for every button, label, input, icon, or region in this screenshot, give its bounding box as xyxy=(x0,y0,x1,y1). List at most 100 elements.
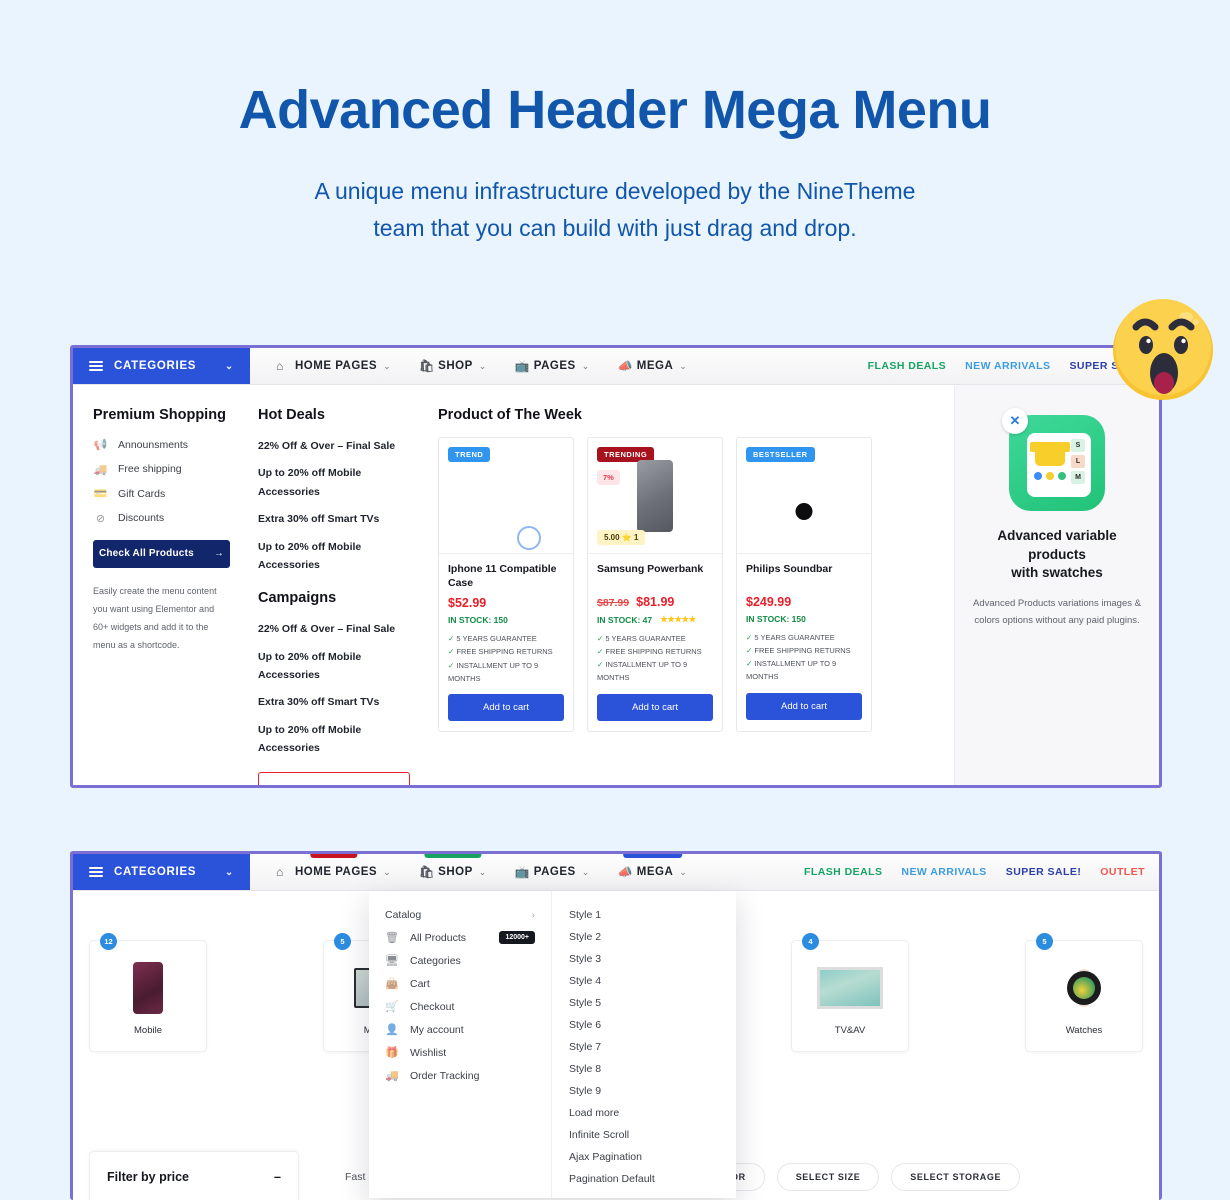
category-card-tvav[interactable]: 4 TV&AV xyxy=(791,933,909,1052)
categories-button[interactable]: CATEGORIES ⌄ xyxy=(73,348,250,384)
hot-deal-item[interactable]: 22% Off & Over – Final Sale xyxy=(258,437,410,455)
hot-deal-item[interactable]: Extra 30% off Smart TVs xyxy=(258,510,410,528)
category-card-mobile[interactable]: 12 Mobile xyxy=(89,933,207,1052)
dropdown-item-infinite-scroll[interactable]: Infinite Scroll xyxy=(552,1124,736,1146)
categories-button-label: CATEGORIES xyxy=(114,360,197,372)
campaign-item[interactable]: 22% Off & Over – Final Sale xyxy=(258,620,410,638)
tshirt-icon xyxy=(1029,442,1070,466)
dropdown-item-wishlist[interactable]: 🎁 Wishlist xyxy=(369,1041,551,1064)
product-card[interactable]: TREND Iphone 11 Compatible Case $52.99 I… xyxy=(438,437,574,732)
list-item-announsments[interactable]: 📢 Announsments xyxy=(93,437,230,452)
navlink-label: SHOP xyxy=(438,866,473,878)
badge-shop: ADVANCED xyxy=(424,345,481,348)
product-image: TREND xyxy=(439,438,573,554)
feature-label: INSTALLMENT UP TO 9 MONTHS xyxy=(746,659,837,682)
premium-shopping-list: 📢 Announsments 🚚 Free shipping 💳 Gift Ca… xyxy=(93,437,230,526)
product-features: ✓ 5 YEARS GUARANTEE ✓ FREE SHIPPING RETU… xyxy=(448,632,564,685)
campaign-item[interactable]: Extra 30% off Smart TVs xyxy=(258,693,410,711)
dropdown-item-all-products[interactable]: 🗑 All Products 12000+ xyxy=(369,926,551,949)
hero-section: Advanced Header Mega Menu A unique menu … xyxy=(0,0,1230,247)
filter-by-price-panel[interactable]: Filter by price – xyxy=(89,1151,299,1200)
campaign-item[interactable]: Up to 20% off Mobile Accessories xyxy=(258,648,410,685)
feature-label: INSTALLMENT UP TO 9 MONTHS xyxy=(597,660,688,683)
dropdown-item-load-more[interactable]: Load more xyxy=(552,1102,736,1124)
trash-icon: 🗑 xyxy=(385,932,399,944)
add-to-cart-button[interactable]: Add to cart xyxy=(448,693,564,721)
gift-card-icon: 💳 xyxy=(93,488,108,500)
dropdown-item-cart[interactable]: 👜 Cart xyxy=(369,972,551,995)
tv-thumb xyxy=(817,957,883,1019)
dropdown-item-style-3[interactable]: Style 3 xyxy=(552,948,736,970)
add-to-cart-button[interactable]: Add to cart xyxy=(746,692,862,720)
dropdown-item-style-7[interactable]: Style 7 xyxy=(552,1036,736,1058)
feature-label: 5 YEARS GUARANTEE xyxy=(456,634,537,644)
dropdown-item-ajax-pagination[interactable]: Ajax Pagination xyxy=(552,1146,736,1168)
navlink-mega[interactable]: MEGAMENU 📣 MEGA ⌄ xyxy=(604,348,702,385)
navbar-secondary: CATEGORIES ⌄ 6 PAGES ⌂ HOME PAGES ⌄ ADVA… xyxy=(73,854,1159,891)
chip-select-storage[interactable]: SELECT STORAGE xyxy=(891,1163,1021,1191)
dropdown-item-style-1[interactable]: Style 1 xyxy=(552,904,736,926)
navlink-home-pages[interactable]: 6 PAGES ⌂ HOME PAGES ⌄ xyxy=(262,348,405,385)
promo-description: Advanced Products variations images & co… xyxy=(973,597,1141,627)
navlink-pages[interactable]: 📺 PAGES ⌄ xyxy=(501,854,604,891)
category-card-watches[interactable]: 5 Watches xyxy=(1025,933,1143,1052)
dropdown-item-categories[interactable]: 🖥 Categories xyxy=(369,949,551,972)
dropdown-item-catalog[interactable]: Catalog › xyxy=(369,904,551,926)
product-stock: IN STOCK: 47 xyxy=(597,614,653,625)
hot-deal-item[interactable]: Up to 20% off Mobile Accessories xyxy=(258,538,410,575)
navlink-shop[interactable]: ADVANCED 🛍 SHOP ⌄ xyxy=(405,348,501,385)
navlink-new-arrivals[interactable]: NEW ARRIVALS xyxy=(901,866,986,878)
category-label: Watches xyxy=(1065,1024,1103,1036)
product-price-row: $249.99 xyxy=(746,595,862,609)
badge-home-pages: 6 PAGES xyxy=(309,854,358,858)
dropdown-item-style-9[interactable]: Style 9 xyxy=(552,1080,736,1102)
product-price-row: $52.99 xyxy=(448,596,564,610)
navlink-flash-deals[interactable]: FLASH DEALS xyxy=(804,866,882,878)
navlink-label: SHOP xyxy=(438,360,473,372)
collapse-icon[interactable]: – xyxy=(274,1170,281,1184)
surprised-face-emoji xyxy=(1113,299,1213,400)
navlink-label: MEGA xyxy=(636,866,674,878)
dropdown-item-checkout[interactable]: 🛒 Checkout xyxy=(369,995,551,1018)
dropdown-item-style-6[interactable]: Style 6 xyxy=(552,1014,736,1036)
list-item-label: Free shipping xyxy=(118,463,182,475)
navlink-shop[interactable]: ADVANCED 🛍 SHOP ⌄ xyxy=(405,854,501,891)
product-stock-row: IN STOCK: 150 xyxy=(448,615,564,625)
navlink-flash-deals[interactable]: FLASH DEALS xyxy=(868,360,946,372)
navlink-outlet[interactable]: OUTLET xyxy=(1100,866,1145,878)
dropdown-item-style-8[interactable]: Style 8 xyxy=(552,1058,736,1080)
hot-deal-item[interactable]: Up to 20% off Mobile Accessories xyxy=(258,464,410,501)
product-card[interactable]: BESTSELLER Philips Soundbar $249.99 IN S… xyxy=(736,437,872,732)
navlink-home-pages[interactable]: 6 PAGES ⌂ HOME PAGES ⌄ xyxy=(262,854,405,891)
navlink-mega[interactable]: MEGAMENU 📣 MEGA ⌄ xyxy=(604,854,702,891)
hamburger-icon xyxy=(89,360,103,372)
navlink-pages[interactable]: 📺 PAGES ⌄ xyxy=(501,348,604,385)
dropdown-item-style-5[interactable]: Style 5 xyxy=(552,992,736,1014)
watch-thumb xyxy=(1067,957,1101,1019)
product-old-price: $87.99 xyxy=(597,597,630,609)
dropdown-item-style-2[interactable]: Style 2 xyxy=(552,926,736,948)
campaign-item[interactable]: Up to 20% off Mobile Accessories xyxy=(258,721,410,758)
navlink-super-sale[interactable]: SUPER SALE! xyxy=(1006,866,1082,878)
list-item-gift-cards[interactable]: 💳 Gift Cards xyxy=(93,486,230,501)
navlink-label: PAGES xyxy=(533,360,576,372)
category-count-badge: 5 xyxy=(1036,933,1053,950)
categories-button[interactable]: CATEGORIES ⌄ xyxy=(73,854,250,890)
mega-menu-panel: Premium Shopping 📢 Announsments 🚚 Free s… xyxy=(73,385,1159,785)
check-all-campaigns-button[interactable]: Check All Campaigns → xyxy=(258,771,410,785)
megaphone-icon: 📢 xyxy=(93,439,108,451)
add-to-cart-button[interactable]: Add to cart xyxy=(597,693,713,721)
dropdown-item-my-account[interactable]: 👤 My account xyxy=(369,1018,551,1041)
dropdown-item-style-4[interactable]: Style 4 xyxy=(552,970,736,992)
mega-column-products: Product of The Week TREND Iphone 11 Comp… xyxy=(430,385,954,785)
check-all-products-button[interactable]: Check All Products → xyxy=(93,539,230,568)
navlink-new-arrivals[interactable]: NEW ARRIVALS xyxy=(965,360,1050,372)
chip-select-size[interactable]: SELECT SIZE xyxy=(776,1163,880,1191)
product-image: TRENDING 7% 5.00 ⭐ 1 xyxy=(588,438,722,554)
list-item-free-shipping[interactable]: 🚚 Free shipping xyxy=(93,462,230,477)
product-card[interactable]: TRENDING 7% 5.00 ⭐ 1 Samsung Powerbank $… xyxy=(587,437,723,732)
list-item-discounts[interactable]: ⊘ Discounts xyxy=(93,511,230,526)
size-m: M xyxy=(1071,471,1085,484)
dropdown-item-pagination-default[interactable]: Pagination Default xyxy=(552,1168,736,1190)
dropdown-item-order-tracking[interactable]: 🚚 Order Tracking xyxy=(369,1064,551,1087)
